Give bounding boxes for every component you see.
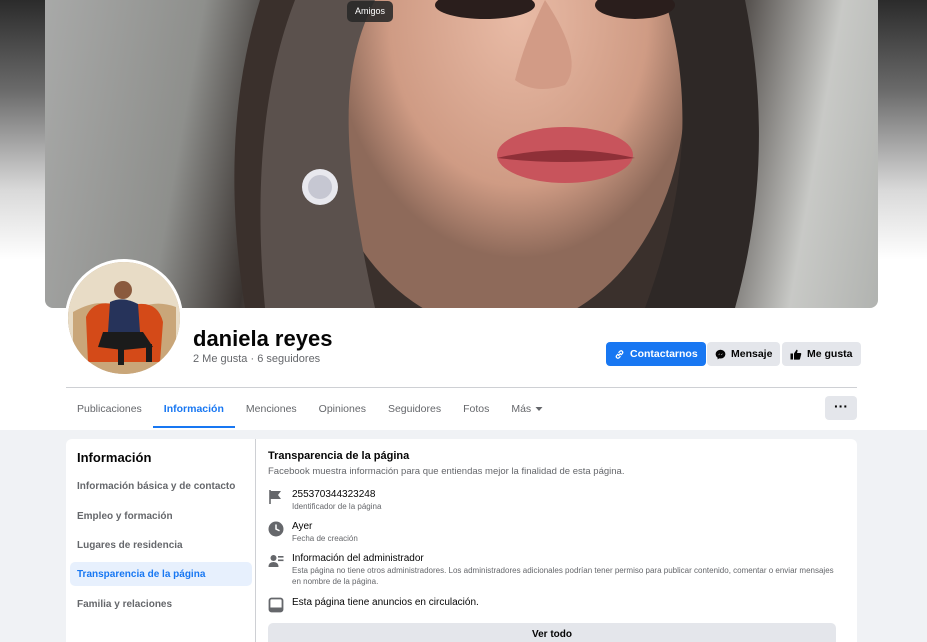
page-id-value: 255370344323248: [292, 489, 376, 500]
tab-menciones[interactable]: Menciones: [235, 390, 308, 428]
sidebar-item-family[interactable]: Familia y relaciones: [70, 592, 252, 616]
about-sidebar: Información Información básica y de cont…: [66, 439, 256, 642]
tab-mas[interactable]: Más: [500, 390, 554, 428]
message-button-label: Mensaje: [731, 348, 773, 360]
tab-mas-label: Más: [511, 403, 532, 415]
ads-status-text[interactable]: Esta página tiene anuncios en circulació…: [292, 597, 479, 608]
creation-date-label: Fecha de creación: [292, 534, 358, 543]
profile-tabs: Publicaciones Información Menciones Opin…: [66, 390, 554, 428]
admin-people-icon: [268, 555, 284, 567]
avatar[interactable]: [65, 259, 183, 377]
section-title: Transparencia de la página: [268, 450, 410, 462]
link-icon: [615, 349, 624, 359]
clock-icon: [268, 521, 284, 537]
messenger-icon: [715, 349, 726, 359]
more-options-button[interactable]: ···: [825, 396, 857, 420]
see-all-button[interactable]: Ver todo: [268, 623, 836, 642]
like-button[interactable]: Me gusta: [782, 342, 861, 366]
sidebar-item-contact-info[interactable]: Información básica y de contacto: [70, 474, 252, 498]
flag-icon: [269, 490, 281, 504]
profile-name: daniela reyes: [193, 326, 333, 351]
section-description: Facebook muestra información para que en…: [268, 466, 625, 477]
page-id-label: Identificador de la página: [292, 502, 382, 511]
sidebar-item-transparency[interactable]: Transparencia de la página: [70, 562, 252, 586]
message-button[interactable]: Mensaje: [707, 342, 781, 366]
thumbs-up-icon: [790, 349, 802, 360]
caret-down-icon: [535, 407, 543, 411]
tab-publicaciones[interactable]: Publicaciones: [66, 390, 153, 428]
tab-opiniones[interactable]: Opiniones: [308, 390, 377, 428]
creation-date-value: Ayer: [292, 521, 313, 532]
tab-fotos[interactable]: Fotos: [452, 390, 500, 428]
tooltip: Amigos: [347, 1, 394, 22]
admin-info-title: Información del administrador: [292, 553, 424, 564]
ads-library-icon: [268, 597, 284, 613]
cover-photo[interactable]: [45, 0, 878, 308]
header-divider: [66, 387, 857, 388]
avatar-image: [68, 262, 180, 374]
cover-photo-art: [234, 0, 759, 308]
tab-seguidores[interactable]: Seguidores: [377, 390, 452, 428]
sidebar-item-places[interactable]: Lugares de residencia: [70, 533, 252, 557]
admin-info-text: Esta página no tiene otros administrador…: [292, 566, 834, 586]
sidebar-item-work-education[interactable]: Empleo y formación: [70, 504, 252, 528]
like-button-label: Me gusta: [807, 348, 853, 360]
profile-stats[interactable]: 2 Me gusta · 6 seguidores: [193, 353, 320, 365]
transparency-section: Transparencia de la página Facebook mues…: [268, 439, 848, 642]
sidebar-title: Información: [77, 450, 152, 465]
contact-button[interactable]: Contactarnos: [606, 342, 706, 366]
contact-button-label: Contactarnos: [630, 348, 698, 360]
tab-informacion[interactable]: Información: [152, 390, 235, 428]
about-card: Información Información básica y de cont…: [66, 439, 857, 642]
